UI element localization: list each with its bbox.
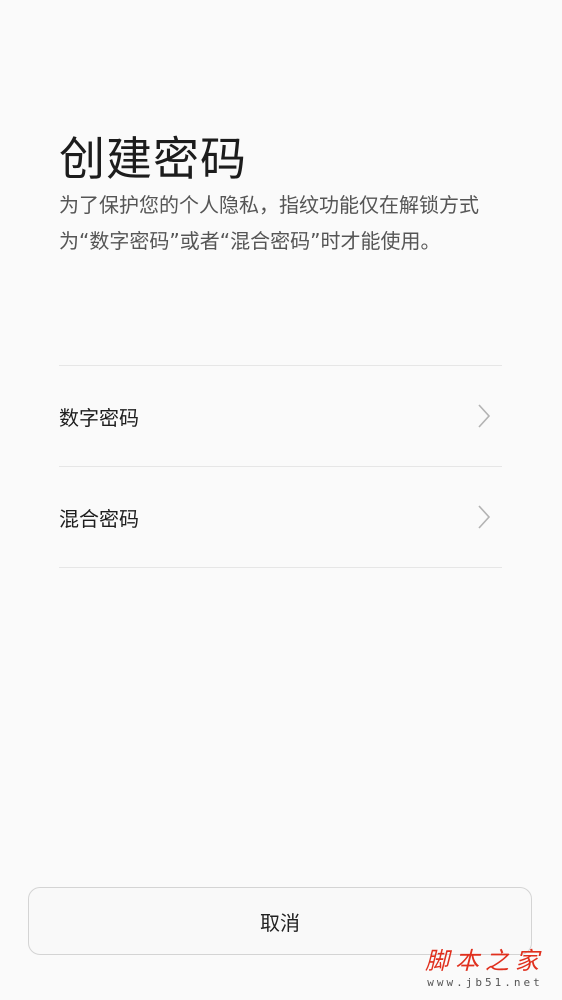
page-title: 创建密码 — [59, 132, 247, 186]
password-type-list: 数字密码 混合密码 — [59, 365, 502, 568]
option-numeric-password[interactable]: 数字密码 — [59, 366, 502, 467]
chevron-right-icon — [474, 503, 494, 531]
watermark-url-text: www.jb51.net — [427, 976, 543, 989]
cancel-button[interactable]: 取消 — [28, 887, 532, 955]
option-mixed-password[interactable]: 混合密码 — [59, 467, 502, 568]
watermark-logo: 脚本之家 www.jb51.net — [420, 946, 550, 990]
page-description: 为了保护您的个人隐私，指纹功能仅在解锁方式为“数字密码”或者“混合密码”时才能使… — [59, 193, 479, 253]
chevron-right-icon — [474, 402, 494, 430]
option-label: 数字密码 — [59, 405, 139, 430]
option-label: 混合密码 — [59, 506, 139, 531]
watermark-main-text: 脚本之家 — [425, 947, 545, 975]
